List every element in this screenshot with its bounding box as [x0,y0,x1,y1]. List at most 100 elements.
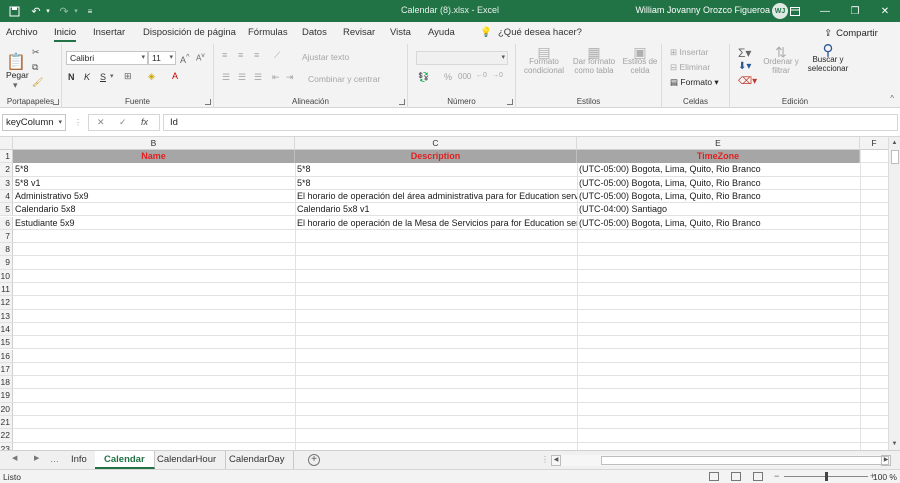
tab-formulas[interactable]: Fórmulas [248,27,288,38]
accounting-format-icon[interactable]: 💱 [418,72,429,83]
sheet-tab-calendarhour[interactable]: CalendarHour [148,451,227,469]
row-header[interactable]: 4 [0,189,13,204]
percent-icon[interactable]: % [444,72,452,82]
font-name-combo[interactable]: Calibri ▾ [66,51,148,65]
scroll-up-icon[interactable]: ▲ [889,137,900,149]
row-header[interactable]: 20 [0,402,13,416]
scroll-left-icon[interactable]: ◀ [551,455,561,466]
worksheet-grid[interactable]: B C E F 1 Name Description TimeZone 2 5*8 5*8(… [0,137,888,450]
increase-font-icon[interactable]: A^ [180,52,190,65]
zoom-level[interactable]: 100 % [873,472,897,482]
tab-split-grip-icon[interactable]: ⋮ [541,455,549,464]
page-layout-view-icon[interactable] [731,472,741,481]
row-header[interactable]: 5 [0,203,13,217]
tab-vista[interactable]: Vista [390,27,411,38]
table-cell[interactable]: El horario de operación del área adminis… [295,190,577,203]
fill-color-icon[interactable]: ◈ [148,71,155,82]
tab-inicio[interactable]: Inicio [54,27,77,42]
undo-dropdown-icon[interactable]: ▾ [40,3,56,19]
orientation-icon[interactable]: ⟋ [274,50,280,61]
align-middle-icon[interactable]: ≡ [238,50,243,60]
row-header[interactable]: 8 [0,243,13,257]
add-sheet-icon[interactable]: + [308,454,320,466]
table-cell[interactable]: 5*8 [13,163,295,176]
row-header[interactable]: 14 [0,322,13,337]
tab-ayuda[interactable]: Ayuda [428,27,455,38]
row-header[interactable]: 13 [0,309,13,323]
sheet-tab-calendarday[interactable]: CalendarDay [220,451,295,469]
table-cell[interactable]: (UTC-05:00) Bogota, Lima, Quito, Rio Bra… [577,190,860,203]
table-cell[interactable]: Calendario 5x8 v1 [295,203,577,216]
row-header[interactable]: 2 [0,163,13,177]
table-cell[interactable]: 5*8 [295,163,577,176]
column-header-b[interactable]: B [13,137,295,150]
paste-dropdown-icon[interactable]: ▾ [13,80,18,91]
table-cell[interactable]: (UTC-05:00) Bogota, Lima, Quito, Rio Bra… [577,163,860,176]
page-break-view-icon[interactable] [753,472,763,481]
row-header[interactable]: 6 [0,216,13,230]
row-header[interactable]: 10 [0,269,13,283]
enter-icon[interactable]: ✓ [119,117,127,128]
tab-revisar[interactable]: Revisar [343,27,375,38]
sort-filter-button[interactable]: ⇅ Ordenar y filtrar [760,45,802,75]
align-center-icon[interactable]: ☰ [238,72,246,83]
merge-center-button[interactable]: Combinar y centrar [308,74,380,84]
column-header-e[interactable]: E [577,137,860,150]
horizontal-scrollbar[interactable]: ◀ ▶ [551,455,891,466]
row-header[interactable]: 15 [0,336,13,350]
sheet-more-icon[interactable]: … [50,454,59,464]
restore-icon[interactable]: ❐ [840,0,870,22]
tab-archivo[interactable]: Archivo [6,27,38,38]
increase-decimal-icon[interactable]: ←0 [476,72,487,79]
cancel-icon[interactable]: ✕ [97,117,105,128]
number-format-combo[interactable]: ▾ [416,51,508,65]
comma-style-icon[interactable]: 000 [458,72,471,81]
number-launcher-icon[interactable] [507,99,513,105]
tab-insertar[interactable]: Insertar [93,27,125,38]
table-cell[interactable]: (UTC-05:00) Bogota, Lima, Quito, Rio Bra… [577,177,860,190]
minimize-icon[interactable]: — [810,0,840,22]
paste-button[interactable]: Pegar [6,70,29,80]
row-header[interactable]: 3 [0,176,13,190]
increase-indent-icon[interactable]: ⇥ [286,72,294,83]
format-as-table-button[interactable]: ▦ Dar formato como tabla [570,45,618,75]
table-cell[interactable]: Estudiante 5x9 [13,217,295,230]
next-sheet-icon[interactable]: ▶ [34,454,39,462]
table-cell[interactable]: Calendario 5x8 [13,203,295,216]
zoom-out-icon[interactable]: − [774,471,779,481]
select-all-corner[interactable] [0,137,13,150]
normal-view-icon[interactable] [709,472,719,481]
font-launcher-icon[interactable] [205,99,211,105]
ribbon-display-options-icon[interactable] [780,0,810,22]
align-bottom-icon[interactable]: ≡ [254,50,259,60]
vertical-scrollbar[interactable]: ▲ ▼ [888,137,900,450]
scroll-right-icon[interactable]: ▶ [881,455,891,466]
formula-input[interactable]: Id [163,114,898,131]
header-cell[interactable]: Description [295,150,577,163]
alignment-launcher-icon[interactable] [399,99,405,105]
share-button[interactable]: ⇪ Compartir [806,24,896,42]
decrease-decimal-icon[interactable]: →0 [492,72,503,79]
row-header[interactable]: 9 [0,256,13,270]
row-header[interactable]: 22 [0,429,13,443]
underline-button[interactable]: S [100,72,106,82]
fill-icon[interactable]: ⬇▾ [738,61,751,72]
align-top-icon[interactable]: ≡ [222,50,227,60]
horizontal-scroll-thumb[interactable] [601,456,889,465]
row-header[interactable]: 17 [0,362,13,377]
font-size-combo[interactable]: 11 ▾ [148,51,176,65]
row-header[interactable]: 12 [0,296,13,310]
table-cell[interactable]: (UTC-05:00) Bogota, Lima, Quito, Rio Bra… [577,217,860,230]
header-cell[interactable]: Name [13,150,295,163]
clear-icon[interactable]: ⌫▾ [738,76,757,87]
sheet-tab-info[interactable]: Info [62,451,97,469]
table-cell[interactable]: Administrativo 5x9 [13,190,295,203]
row-header[interactable]: 23 [0,442,13,450]
prev-sheet-icon[interactable]: ◀ [12,454,17,462]
delete-cells-button[interactable]: ⊟ Eliminar [670,62,710,73]
user-name[interactable]: William Jovanny Orozco Figueroa [635,5,770,15]
row-header[interactable]: 16 [0,349,13,363]
table-cell[interactable]: El horario de operación de la Mesa de Se… [295,217,577,230]
wrap-text-button[interactable]: Ajustar texto [302,52,349,62]
header-cell[interactable]: TimeZone [577,150,860,163]
